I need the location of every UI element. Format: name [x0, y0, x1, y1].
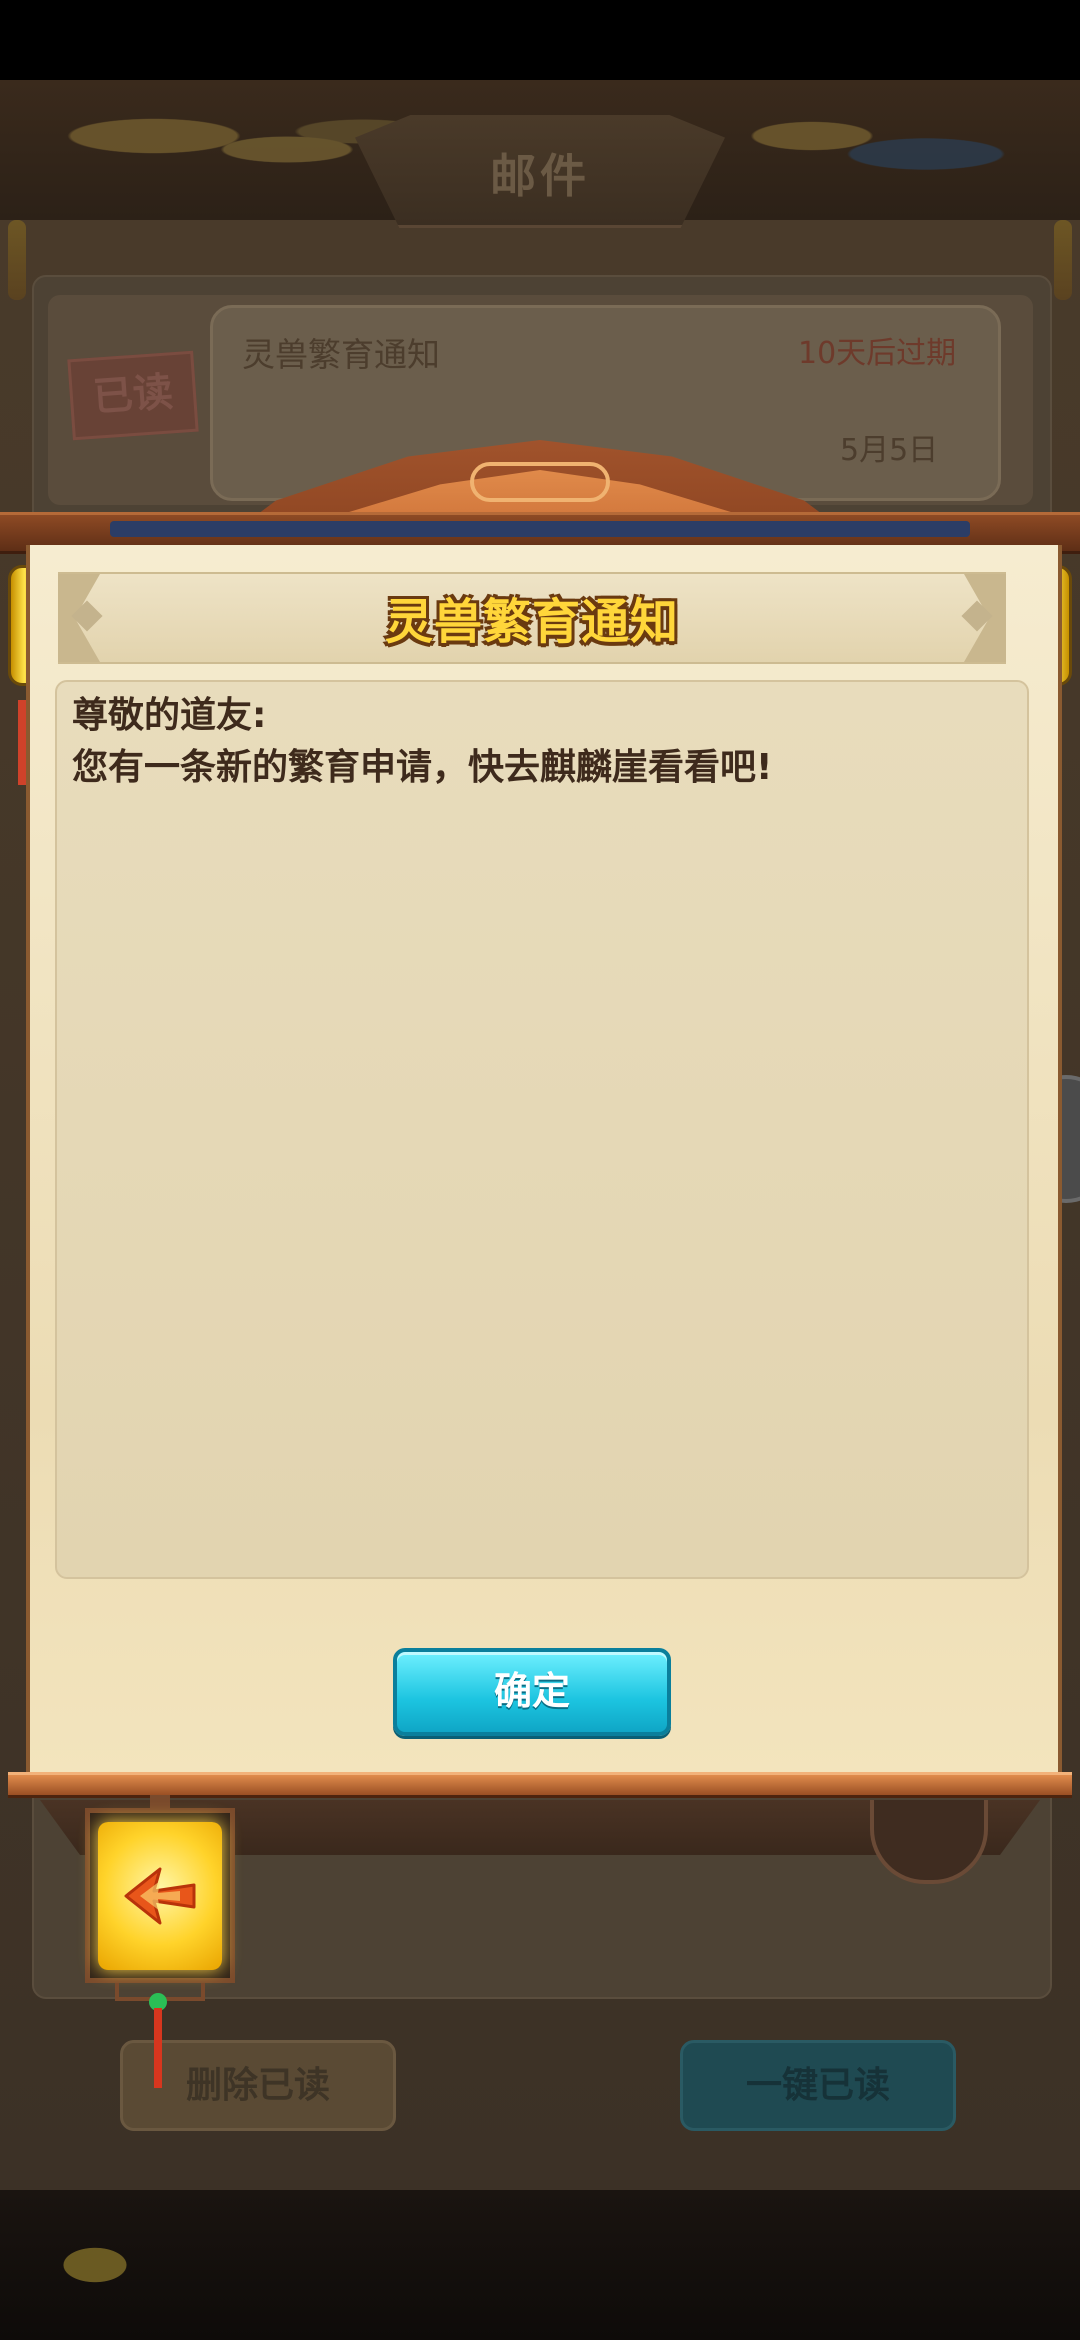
- mail-window-title: 邮件: [490, 149, 590, 203]
- mail-expire-label: 10天后过期: [798, 336, 957, 371]
- cloud-ornament-icon: [470, 462, 610, 502]
- read-stamp-icon: 已读: [67, 350, 199, 441]
- back-arrow-icon: [124, 1867, 196, 1925]
- mail-subject: 灵兽繁育通知: [242, 335, 440, 374]
- mail-date: 5月5日: [840, 433, 939, 468]
- confirm-button[interactable]: 确定: [393, 1648, 671, 1736]
- footer-bar: [0, 2190, 1080, 2340]
- read-all-button[interactable]: 一键已读: [680, 2040, 956, 2131]
- leaf-icon: [40, 2235, 150, 2295]
- message-greeting: 尊敬的道友:: [72, 695, 267, 736]
- back-button[interactable]: [98, 1822, 222, 1970]
- tassel-right-icon: [1054, 220, 1072, 300]
- screen: 邮件 已读 灵兽繁育通知 10天后过期 5月5日 删除已读 一键已读 灵兽繁育通…: [0, 0, 1080, 2340]
- message-body: 您有一条新的繁育申请，快去麒麟崖看看吧!: [72, 747, 773, 788]
- tassel-left-icon: [8, 220, 26, 300]
- lantern-string: [154, 2008, 162, 2088]
- dialog-title: 灵兽繁育通知: [384, 594, 679, 650]
- message-content-box: [55, 680, 1029, 1579]
- message-text: 尊敬的道友: 您有一条新的繁育申请，快去麒麟崖看看吧!: [72, 690, 1002, 794]
